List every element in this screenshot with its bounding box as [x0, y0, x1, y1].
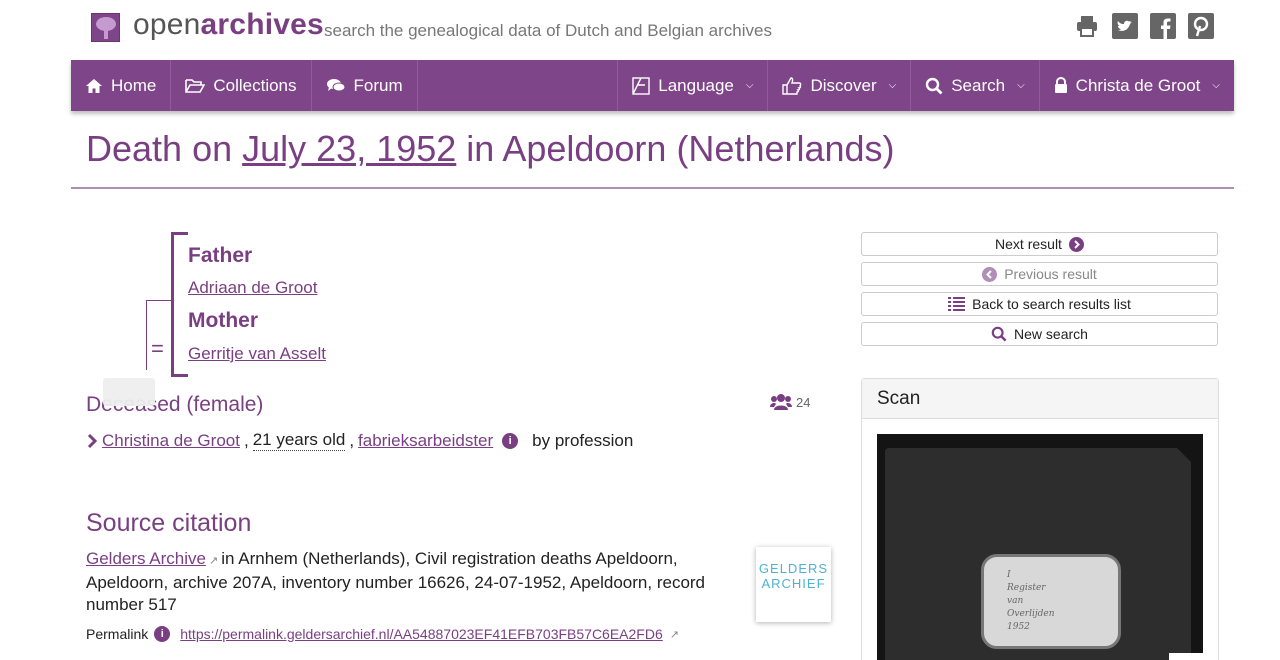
scan-panel: Scan I Register van Overlijden 1952 — [861, 378, 1219, 660]
scan-line: Overlijden — [1007, 609, 1055, 619]
new-search-button[interactable]: New search — [861, 322, 1218, 346]
logo-text: ARCHIEF — [761, 576, 826, 591]
brand-name[interactable]: openarchives — [133, 8, 324, 42]
source-citation-text: Gelders Archive ↗ in Arnhem (Netherlands),… — [86, 548, 736, 616]
nav-search[interactable]: Search ⌵ — [910, 60, 1038, 111]
chevron-right-icon[interactable] — [86, 433, 98, 449]
nav-forum-label: Forum — [353, 75, 403, 95]
search-icon — [991, 326, 1007, 342]
facebook-icon[interactable] — [1150, 13, 1176, 39]
nav-collections-label: Collections — [213, 75, 297, 95]
info-icon[interactable]: i — [154, 626, 171, 642]
nav-collections[interactable]: Collections — [171, 60, 312, 111]
scan-corner — [1163, 434, 1203, 474]
father-link[interactable]: Adriaan de Groot — [188, 278, 317, 298]
nav-language-label: Language — [658, 75, 734, 95]
scan-tag — [1169, 653, 1203, 660]
next-result-label: Next result — [995, 236, 1062, 252]
tagline: search the genealogical data of Dutch an… — [324, 21, 772, 40]
mother-label: Mother — [188, 309, 258, 332]
father-label: Father — [188, 244, 253, 267]
pinterest-icon[interactable] — [1188, 13, 1214, 39]
nav-language[interactable]: Language ⌵ — [617, 60, 767, 111]
profession-link[interactable]: fabrieksarbeidster — [358, 431, 493, 451]
logo-text: GELDERS — [758, 561, 829, 576]
info-icon[interactable]: i — [502, 432, 519, 449]
logo-icon[interactable] — [91, 13, 120, 42]
scan-handwriting: I Register van Overlijden 1952 — [1007, 569, 1055, 634]
folder-icon — [185, 78, 206, 93]
nav-user[interactable]: Christa de Groot ⌵ — [1038, 60, 1234, 111]
title-divider — [71, 187, 1234, 189]
by-profession-text: by profession — [532, 430, 634, 450]
previous-result-label: Previous result — [1004, 266, 1097, 282]
parents-bracket — [171, 232, 188, 377]
nav-discover-label: Discover — [810, 75, 877, 95]
back-to-results-label: Back to search results list — [972, 296, 1131, 312]
chevron-down-icon: ⌵ — [888, 80, 897, 91]
arrow-circle-right-icon — [1068, 236, 1084, 252]
archive-link[interactable]: Gelders Archive — [86, 549, 206, 568]
thumbs-up-icon — [782, 76, 802, 95]
nav-forum[interactable]: Forum — [312, 60, 418, 111]
search-icon — [926, 77, 943, 94]
back-to-results-button[interactable]: Back to search results list — [861, 292, 1218, 316]
social-icons — [1074, 13, 1214, 39]
title-prefix: Death on — [86, 128, 243, 169]
related-count-text: 24 — [796, 394, 811, 410]
main-nav: Home Collections Forum Language ⌵ Discov… — [71, 60, 1234, 111]
chevron-down-icon: ⌵ — [1017, 80, 1025, 91]
separator: , — [243, 430, 249, 450]
list-icon — [948, 297, 966, 311]
scan-thumbnail[interactable]: I Register van Overlijden 1952 — [877, 434, 1203, 660]
nav-discover[interactable]: Discover ⌵ — [767, 60, 910, 111]
external-link-icon: ↗ — [209, 555, 219, 567]
related-persons-count[interactable]: 24 — [770, 393, 810, 411]
separator: , — [349, 430, 355, 450]
users-icon — [770, 394, 792, 410]
title-date-link[interactable]: July 23, 1952 — [242, 128, 456, 169]
lock-icon — [1054, 77, 1067, 93]
deceased-name-link[interactable]: Christina de Groot — [102, 431, 240, 451]
next-result-button[interactable]: Next result — [861, 232, 1218, 256]
marriage-symbol: = — [151, 336, 164, 361]
new-search-label: New search — [1014, 326, 1088, 342]
page-title: Death on July 23, 1952 in Apeldoorn (Net… — [86, 128, 895, 170]
twitter-icon[interactable] — [1112, 13, 1138, 39]
chevron-down-icon: ⌵ — [745, 80, 754, 91]
tooltip-overlay — [103, 378, 155, 406]
arrow-circle-left-icon — [982, 266, 998, 282]
home-icon — [86, 78, 102, 93]
chevron-down-icon: ⌵ — [1212, 80, 1220, 91]
scan-line: 1952 — [1007, 622, 1030, 632]
permalink-label: Permalink — [86, 626, 149, 642]
deceased-age: 21 years old — [252, 430, 346, 451]
nav-user-label: Christa de Groot — [1075, 75, 1201, 95]
nav-search-label: Search — [951, 75, 1006, 95]
gelders-archief-logo[interactable]: GELDERS ARCHIEF — [756, 547, 831, 622]
previous-result-button[interactable]: Previous result — [861, 262, 1218, 286]
print-icon[interactable] — [1074, 13, 1100, 39]
permalink-row: Permalink i https://permalink.geldersarc… — [86, 626, 682, 642]
deceased-details: Christina de Groot, 21 years old, fabrie… — [86, 430, 633, 451]
external-link-icon: ↗ — [669, 628, 679, 641]
permalink-url[interactable]: https://permalink.geldersarchief.nl/AA54… — [180, 626, 663, 642]
language-icon — [632, 76, 650, 95]
scan-heading: Scan — [862, 379, 1218, 419]
scan-line: Register — [1007, 583, 1046, 593]
scan-line: I — [1007, 570, 1011, 580]
source-citation-heading: Source citation — [86, 509, 252, 537]
comments-icon — [326, 78, 346, 91]
title-suffix: in Apeldoorn (Netherlands) — [456, 128, 895, 169]
nav-home-label: Home — [111, 75, 157, 95]
scan-line: van — [1007, 596, 1024, 606]
mother-link[interactable]: Gerritje van Asselt — [188, 344, 326, 364]
nav-home[interactable]: Home — [71, 60, 172, 111]
